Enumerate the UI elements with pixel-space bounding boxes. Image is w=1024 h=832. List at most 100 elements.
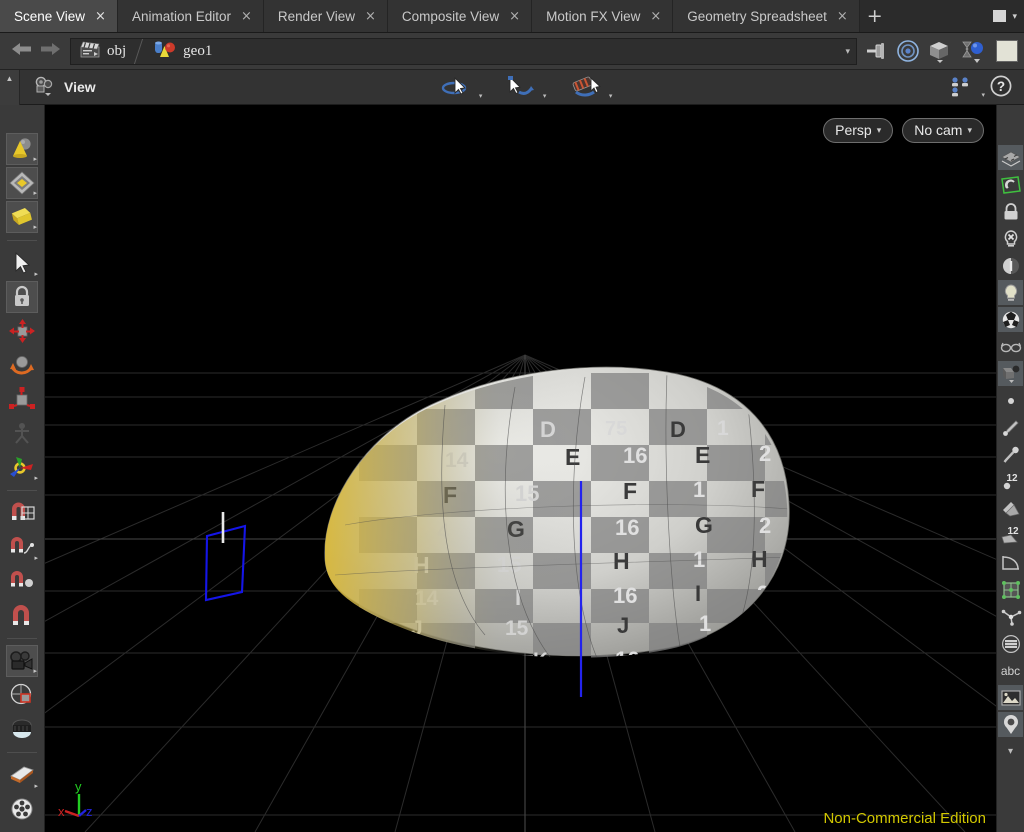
light-on-icon[interactable] xyxy=(998,280,1023,305)
move-tool[interactable] xyxy=(6,315,38,347)
view-menu-button[interactable]: View xyxy=(20,75,96,100)
select-pick-caret-icon[interactable]: ▾ xyxy=(543,92,547,100)
target-icon[interactable] xyxy=(895,39,921,63)
viewport-layout-icon[interactable]: ▾ xyxy=(949,75,985,99)
vertex-grid-icon[interactable] xyxy=(998,577,1023,602)
uv-loop-icon[interactable] xyxy=(998,172,1023,197)
tab-scene-view[interactable]: Scene View × xyxy=(0,0,118,32)
normals-icon[interactable] xyxy=(998,604,1023,629)
tab-close-icon[interactable]: × xyxy=(837,10,848,23)
select-orbit-caret-icon[interactable]: ▾ xyxy=(479,92,483,100)
pin-icon[interactable] xyxy=(864,40,890,62)
lock-icon[interactable] xyxy=(998,199,1023,224)
tab-geometry-spreadsheet[interactable]: Geometry Spreadsheet × xyxy=(673,0,860,32)
tab-close-icon[interactable]: × xyxy=(509,10,520,23)
clapperboard-icon xyxy=(79,41,101,62)
tab-close-icon[interactable]: × xyxy=(650,10,661,23)
svg-text:G: G xyxy=(805,510,823,536)
scale-tool[interactable] xyxy=(6,383,38,415)
lock-handle-tool[interactable] xyxy=(6,281,38,313)
breadcrumb-item-obj[interactable]: obj xyxy=(71,39,130,64)
tab-close-icon[interactable]: × xyxy=(241,10,252,23)
add-tab-button[interactable]: + xyxy=(859,0,890,32)
background-image-icon[interactable] xyxy=(998,685,1023,710)
tab-close-icon[interactable]: × xyxy=(95,10,106,23)
tab-label: Animation Editor xyxy=(131,8,232,24)
camera-label: No cam xyxy=(914,122,963,138)
primitive-number-icon[interactable]: 12 xyxy=(998,523,1023,548)
right-toolbar-scroll-down[interactable]: ▾ xyxy=(998,739,1023,764)
display-color-swatch[interactable] xyxy=(996,40,1018,62)
left-toolbar-separator-4 xyxy=(7,752,37,753)
tab-render-view[interactable]: Render View × xyxy=(263,0,388,32)
snap-multi-tool[interactable] xyxy=(6,599,38,631)
marker-pin-icon[interactable] xyxy=(998,712,1023,737)
svg-text:J: J xyxy=(617,613,629,638)
shapes-display-icon[interactable] xyxy=(959,39,989,63)
point-number-icon[interactable]: 12 xyxy=(998,469,1023,494)
select-arrow-caret-icon[interactable]: ▸ xyxy=(34,270,38,278)
viewport-region-tool[interactable] xyxy=(6,679,38,711)
persp-button[interactable]: Persp ▾ xyxy=(823,118,894,143)
svg-text:15: 15 xyxy=(551,680,573,702)
select-lasso-tool[interactable]: ▾ xyxy=(568,74,612,100)
primitive-paint-icon[interactable] xyxy=(998,496,1023,521)
grid-snap-tool[interactable]: ▸ xyxy=(6,167,38,199)
tab-motion-fx-view[interactable]: Motion FX View × xyxy=(532,0,674,32)
snap-grid-tool[interactable] xyxy=(6,497,38,529)
pane-layout-icon[interactable] xyxy=(993,10,1007,22)
rotate-tool[interactable] xyxy=(6,349,38,381)
material-palette-caret-icon[interactable]: ▸ xyxy=(34,782,38,790)
light-off-icon[interactable] xyxy=(998,226,1023,251)
material-palette-tool[interactable]: ▸ xyxy=(6,759,38,791)
lens-tool[interactable] xyxy=(6,713,38,745)
camera-view-tool[interactable]: ▸ xyxy=(6,645,38,677)
left-toolbar: ▸ ▸ ▸ ▸ ▸ ▸ ▸ ▸ xyxy=(0,105,45,832)
svg-text:1: 1 xyxy=(681,679,693,702)
point-display-icon[interactable] xyxy=(998,388,1023,413)
tab-composite-view[interactable]: Composite View × xyxy=(387,0,533,32)
breadcrumb-item-geo1[interactable]: geo1 xyxy=(145,39,216,64)
forward-button[interactable] xyxy=(36,40,64,62)
back-button[interactable] xyxy=(8,40,36,62)
tab-label: Render View xyxy=(277,8,355,24)
shading-sphere-icon[interactable] xyxy=(998,253,1023,278)
pane-menu-caret-icon[interactable]: ▾ xyxy=(1012,11,1017,22)
breadcrumb-dropdown-caret-icon[interactable]: ▾ xyxy=(845,46,850,57)
axis-handle-tool[interactable]: ▸ xyxy=(6,451,38,483)
select-pick-tool[interactable]: ▾ xyxy=(504,74,546,100)
grid-snap-caret-icon[interactable]: ▸ xyxy=(33,189,37,197)
checker-sphere-icon[interactable] xyxy=(998,307,1023,332)
snap-primitive-caret-icon[interactable]: ▸ xyxy=(34,554,38,562)
pen-display-icon[interactable] xyxy=(998,415,1023,440)
handle-tool-disabled[interactable] xyxy=(6,417,38,449)
pin-display-icon[interactable] xyxy=(998,442,1023,467)
select-lasso-caret-icon[interactable]: ▾ xyxy=(609,92,613,100)
surface-caret-icon[interactable]: ▸ xyxy=(33,223,37,231)
create-object-tool[interactable]: ▸ xyxy=(6,133,38,165)
toolbar-collapse-caret-icon[interactable]: ▲ xyxy=(0,69,20,105)
snap-primitive-tool[interactable]: ▸ xyxy=(6,531,38,563)
surface-tool[interactable]: ▸ xyxy=(6,201,38,233)
camera-view-caret-icon[interactable]: ▸ xyxy=(33,667,37,675)
cube-display-icon[interactable] xyxy=(926,39,954,63)
create-object-caret-icon[interactable]: ▸ xyxy=(33,155,37,163)
layers-icon[interactable] xyxy=(998,145,1023,170)
axis-handle-caret-icon[interactable]: ▸ xyxy=(34,474,38,482)
tab-animation-editor[interactable]: Animation Editor × xyxy=(117,0,264,32)
select-arrow-tool[interactable]: ▸ xyxy=(6,247,38,279)
help-icon[interactable]: ? xyxy=(989,74,1013,101)
tab-close-icon[interactable]: × xyxy=(365,10,376,23)
breadcrumb[interactable]: obj geo1 ▾ xyxy=(70,37,857,65)
glasses-icon[interactable] xyxy=(998,334,1023,359)
select-orbit-tool[interactable]: ▾ xyxy=(440,74,482,100)
viewport-layout-caret-icon[interactable]: ▾ xyxy=(981,91,985,99)
camera-button[interactable]: No cam ▾ xyxy=(902,118,984,143)
film-reel-tool[interactable] xyxy=(6,793,38,825)
snap-point-tool[interactable] xyxy=(6,565,38,597)
disc-display-icon[interactable] xyxy=(998,631,1023,656)
text-display-icon[interactable]: abc xyxy=(998,658,1023,683)
curve-display-icon[interactable] xyxy=(998,550,1023,575)
ghost-display-icon[interactable] xyxy=(998,361,1023,386)
scene-viewport[interactable]: D 75 D 1 D 14 E 16 E 2 E F 15 F 1 F 3 xyxy=(45,105,996,832)
